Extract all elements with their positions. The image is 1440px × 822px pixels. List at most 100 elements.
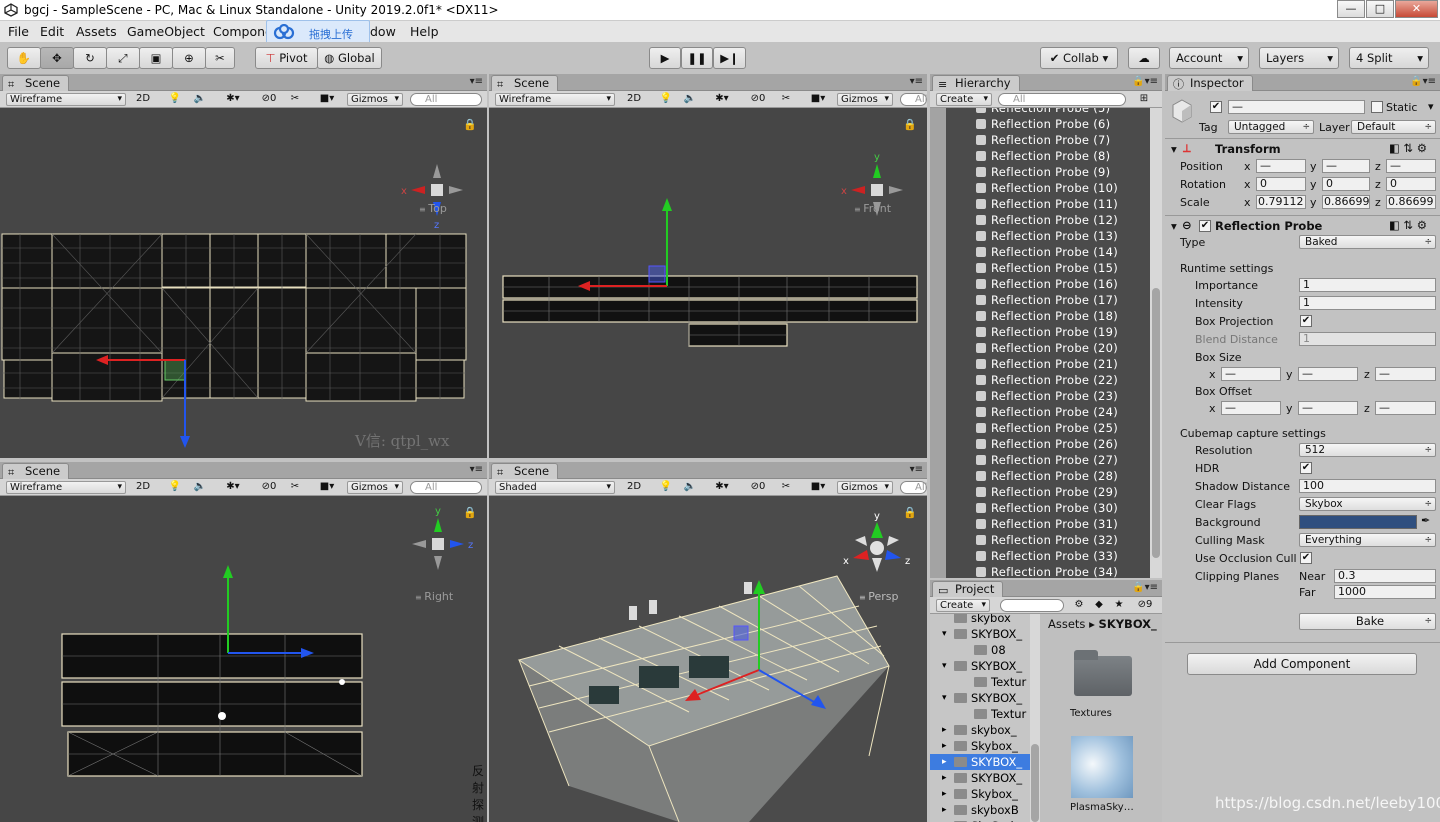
tools-icon[interactable]: ✂ xyxy=(288,93,302,106)
2d-toggle[interactable]: 2D xyxy=(624,93,644,106)
skybox-texture-thumbnail[interactable] xyxy=(1071,736,1133,798)
gizmos-dropdown[interactable]: Gizmos xyxy=(837,481,893,494)
minimize-button[interactable]: — xyxy=(1337,0,1365,18)
add-component-button[interactable]: Add Component xyxy=(1187,653,1417,675)
foldout-arrow-icon[interactable]: ▸ xyxy=(942,754,947,770)
breadcrumb-current[interactable]: SKYBOX_ xyxy=(1099,617,1157,631)
hierarchy-item[interactable]: Reflection Probe (23) xyxy=(976,388,1118,404)
transform-tool-icon[interactable]: ⊕ xyxy=(172,47,206,69)
play-button[interactable]: ▶ xyxy=(649,47,681,69)
hierarchy-item[interactable]: Reflection Probe (32) xyxy=(976,532,1118,548)
position-z-field[interactable]: — xyxy=(1386,159,1436,173)
hierarchy-item[interactable]: Reflection Probe (10) xyxy=(976,180,1118,196)
hidden-objects-toggle[interactable]: ⊘0 xyxy=(256,93,282,106)
create-dropdown[interactable]: Create xyxy=(936,93,992,106)
camera-icon[interactable]: ■▾ xyxy=(807,481,829,494)
favorite-icon[interactable]: ★ xyxy=(1110,599,1128,612)
hierarchy-item[interactable]: Reflection Probe (27) xyxy=(976,452,1118,468)
layer-dropdown[interactable]: Default xyxy=(1351,120,1436,134)
hierarchy-item[interactable]: Reflection Probe (15) xyxy=(976,260,1118,276)
tab-scene[interactable]: ⌗ Scene xyxy=(2,463,70,479)
project-tree-item[interactable]: ▸ Skybox_ xyxy=(930,738,1030,754)
hierarchy-item[interactable]: Reflection Probe (26) xyxy=(976,436,1118,452)
rotation-z-field[interactable]: 0 xyxy=(1386,177,1436,191)
type-dropdown[interactable]: Baked xyxy=(1299,235,1436,249)
hierarchy-item[interactable]: Reflection Probe (22) xyxy=(976,372,1118,388)
tab-hierarchy[interactable]: ≡ Hierarchy xyxy=(932,75,1020,91)
hierarchy-search-input[interactable]: All xyxy=(998,93,1126,106)
hierarchy-item[interactable]: Reflection Probe (13) xyxy=(976,228,1118,244)
hdr-checkbox[interactable]: ✔ xyxy=(1300,462,1312,474)
rotation-x-field[interactable]: 0 xyxy=(1256,177,1306,191)
foldout-arrow-icon[interactable]: ▸ xyxy=(942,770,947,786)
maximize-button[interactable]: □ xyxy=(1366,0,1394,18)
layout-dropdown[interactable]: 4 Split ▾ xyxy=(1349,47,1429,69)
box-offset-y-field[interactable]: — xyxy=(1298,401,1358,415)
scene-search-input[interactable]: All xyxy=(410,93,482,106)
rotation-y-field[interactable]: 0 xyxy=(1322,177,1370,191)
eyedropper-icon[interactable]: ✒ xyxy=(1421,514,1430,527)
view-label-front[interactable]: ≡ Front xyxy=(854,202,891,215)
audio-icon[interactable]: 🔈 xyxy=(683,93,697,106)
project-tree-item[interactable]: ▸SkySeri xyxy=(930,818,1030,822)
bake-button[interactable]: Bake xyxy=(1299,613,1436,630)
2d-toggle[interactable]: 2D xyxy=(624,481,644,494)
hierarchy-item[interactable]: Reflection Probe (29) xyxy=(976,484,1118,500)
rotate-tool-icon[interactable]: ↻ xyxy=(73,47,107,69)
2d-toggle[interactable]: 2D xyxy=(133,93,153,106)
position-y-field[interactable]: — xyxy=(1322,159,1370,173)
camera-icon[interactable]: ■▾ xyxy=(316,93,338,106)
foldout-arrow-icon[interactable]: ▸ xyxy=(942,818,947,822)
tools-icon[interactable]: ✂ xyxy=(779,93,793,106)
hidden-objects-toggle[interactable]: ⊘0 xyxy=(745,481,771,494)
tab-scene[interactable]: ⌗ Scene xyxy=(2,75,70,91)
foldout-arrow-icon[interactable]: ▾ xyxy=(942,626,947,642)
hierarchy-item[interactable]: Reflection Probe (6) xyxy=(976,116,1110,132)
view-label-top[interactable]: ≡ Top xyxy=(419,202,447,215)
hidden-packages-toggle[interactable]: ⊘9 xyxy=(1130,599,1160,612)
importance-field[interactable]: 1 xyxy=(1299,278,1436,292)
occlusion-culling-checkbox[interactable]: ✔ xyxy=(1300,552,1312,564)
hierarchy-item[interactable]: Reflection Probe (19) xyxy=(976,324,1118,340)
project-search-input[interactable] xyxy=(1000,599,1064,612)
panel-menu-icon[interactable]: 🔒▾≡ xyxy=(1132,76,1158,87)
audio-icon[interactable]: 🔈 xyxy=(193,93,207,106)
resolution-dropdown[interactable]: 512 xyxy=(1299,443,1436,457)
hierarchy-item[interactable]: Reflection Probe (25) xyxy=(976,420,1118,436)
project-tree-item[interactable]: ▾ SKYBOX_ xyxy=(930,626,1030,642)
menu-assets[interactable]: Assets xyxy=(76,24,117,39)
filter-label-icon[interactable]: ◆ xyxy=(1090,599,1108,612)
scale-tool-icon[interactable]: ⤢ xyxy=(106,47,140,69)
lighting-icon[interactable]: 💡 xyxy=(168,93,182,106)
hidden-objects-toggle[interactable]: ⊘0 xyxy=(745,93,771,106)
position-x-field[interactable]: — xyxy=(1256,159,1306,173)
project-tree-item[interactable]: ▸ Skybox_ xyxy=(930,786,1030,802)
project-tree-item[interactable]: Textur xyxy=(930,674,1030,690)
box-size-y-field[interactable]: — xyxy=(1298,367,1358,381)
clear-flags-dropdown[interactable]: Skybox xyxy=(1299,497,1436,511)
hierarchy-item[interactable]: Reflection Probe (28) xyxy=(976,468,1118,484)
tab-project[interactable]: ▭ Project xyxy=(932,581,1004,597)
foldout-arrow-icon[interactable]: ▸ xyxy=(942,786,947,802)
lighting-icon[interactable]: 💡 xyxy=(168,481,182,494)
hierarchy-item[interactable]: Reflection Probe (24) xyxy=(976,404,1118,420)
scene-search-input[interactable]: All xyxy=(900,93,927,106)
scale-z-field[interactable]: 0.86699 xyxy=(1386,195,1436,209)
camera-icon[interactable]: ■▾ xyxy=(807,93,829,106)
scene-view-right[interactable]: ⌗ Scene ▾≡ Wireframe 2D 💡 🔈 ✱▾ ⊘0 ✂ ■▾ Giz… xyxy=(0,462,487,822)
hierarchy-item[interactable]: Reflection Probe (14) xyxy=(976,244,1118,260)
pause-button[interactable]: ❚❚ xyxy=(681,47,713,69)
move-tool-icon[interactable]: ✥ xyxy=(40,47,74,69)
draw-mode-dropdown[interactable]: Wireframe xyxy=(495,93,615,106)
collab-dropdown[interactable]: ✔ Collab ▾ xyxy=(1040,47,1118,69)
hand-tool-icon[interactable]: ✋ xyxy=(7,47,41,69)
project-tree[interactable]: skybox ▾ SKYBOX_ 08 ▾ SKYBOX_ Textur ▾ SKYBOX_ Te… xyxy=(930,614,1030,822)
pivot-toggle[interactable]: ⊤ Pivot xyxy=(255,47,318,69)
box-size-z-field[interactable]: — xyxy=(1375,367,1436,381)
scene-search-input[interactable]: All xyxy=(410,481,482,494)
effects-icon[interactable]: ✱▾ xyxy=(711,481,733,494)
foldout-arrow-icon[interactable]: ▾ xyxy=(1171,142,1177,156)
tools-icon[interactable]: ✂ xyxy=(779,481,793,494)
hierarchy-item[interactable]: Reflection Probe (5) xyxy=(976,108,1110,116)
panel-menu-icon[interactable]: ▾≡ xyxy=(910,464,923,475)
